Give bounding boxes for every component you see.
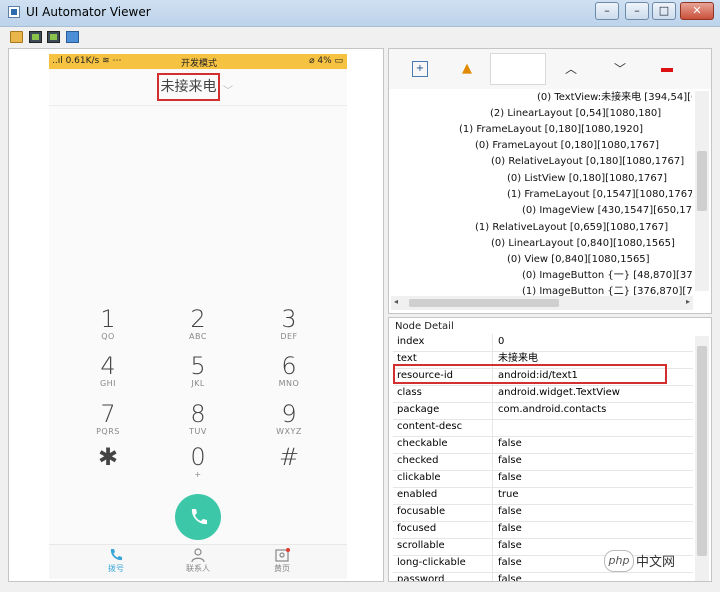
- search-input[interactable]: [490, 53, 546, 85]
- tree-node[interactable]: (1) ImageButton {二} [376,870][704,1(: [522, 284, 692, 296]
- toolbar: [0, 27, 720, 49]
- bottom-navigation: 拨号 联系人 黄页: [49, 544, 347, 579]
- nav-yellow-pages[interactable]: 黄页: [257, 547, 307, 574]
- table-row[interactable]: focusable false: [393, 504, 693, 522]
- app-window: UI Automator Viewer – – □ ✕ ..ıl 0.61K/s…: [0, 0, 720, 592]
- table-row[interactable]: enabled true: [393, 487, 693, 505]
- table-row[interactable]: index 0: [393, 334, 693, 352]
- scroll-right-icon[interactable]: ▸: [686, 297, 690, 306]
- hierarchy-tree[interactable]: (0) TextView:未接来电 [394,54][622 (2) Linea…: [390, 90, 692, 296]
- tree-vertical-scrollbar[interactable]: [695, 91, 709, 291]
- hierarchy-pane: + ▲ ︿ ﹀ (0) TextView:未接来电 [394,54][622 (…: [388, 48, 712, 314]
- tree-node[interactable]: (0) RelativeLayout [0,180][1080,1767]: [491, 154, 684, 170]
- contacts-icon: [191, 548, 205, 563]
- tree-node[interactable]: (0) TextView:未接来电 [394,54][622: [537, 90, 692, 106]
- scroll-thumb[interactable]: [697, 151, 707, 211]
- call-button[interactable]: [175, 494, 221, 540]
- status-battery: ⌀ 4% ▭: [309, 56, 343, 66]
- key-2[interactable]: 2 ABC: [168, 306, 228, 342]
- tree-node[interactable]: (1) FrameLayout [0,1547][1080,1767]: [507, 187, 692, 203]
- save-icon[interactable]: [66, 31, 79, 43]
- device-screenshot-icon[interactable]: [29, 31, 42, 43]
- open-folder-icon[interactable]: [10, 31, 23, 43]
- screenshot-pane[interactable]: ..ıl 0.61K/s ≋ ⋯ 开发模式 ⌀ 4% ▭ 未接来电 ﹀ 1 QO …: [8, 48, 384, 582]
- key-5[interactable]: 5 JKL: [168, 353, 228, 389]
- detail-vertical-scrollbar[interactable]: [695, 336, 709, 581]
- tree-horizontal-scrollbar[interactable]: ◂ ▸: [391, 296, 693, 310]
- phone-icon: [191, 509, 207, 525]
- watermark: php 中文网: [604, 548, 714, 574]
- nav-dialer[interactable]: 拨号: [91, 547, 141, 574]
- maximize-button[interactable]: □: [652, 2, 676, 20]
- nav-yellow-pages-label: 黄页: [274, 564, 290, 573]
- key-hash[interactable]: #: [259, 444, 319, 470]
- chevron-up-icon[interactable]: ︿: [563, 61, 579, 77]
- table-row[interactable]: checked false: [393, 453, 693, 471]
- tree-node[interactable]: (2) LinearLayout [0,54][1080,180]: [490, 106, 661, 122]
- key-0[interactable]: 0 +: [168, 444, 228, 480]
- key-star[interactable]: ✱: [78, 444, 138, 470]
- close-button[interactable]: ✕: [680, 2, 714, 20]
- phone-status-bar: ..ıl 0.61K/s ≋ ⋯ 开发模式 ⌀ 4% ▭: [49, 54, 347, 69]
- restore-button[interactable]: –: [625, 2, 649, 20]
- minimize-button[interactable]: –: [595, 2, 619, 20]
- status-mode: 开发模式: [181, 59, 218, 69]
- missed-calls-title[interactable]: 未接来电: [157, 73, 220, 101]
- text-row-highlight: [393, 364, 667, 384]
- chevron-down-icon[interactable]: ﹀: [612, 61, 628, 77]
- watermark-logo: php: [604, 550, 634, 572]
- status-network: ..ıl 0.61K/s ≋ ⋯: [52, 56, 122, 66]
- node-detail-pane: Node Detail index 0 text 未接来电 resource-id a…: [388, 317, 712, 582]
- table-row[interactable]: content-desc: [393, 419, 693, 437]
- scroll-thumb[interactable]: [409, 299, 559, 307]
- scroll-left-icon[interactable]: ◂: [394, 297, 398, 306]
- table-row[interactable]: package com.android.contacts: [393, 402, 693, 420]
- window-title: UI Automator Viewer: [26, 5, 151, 19]
- app-icon: [8, 6, 20, 18]
- tree-node[interactable]: (1) RelativeLayout [0,659][1080,1767]: [475, 220, 668, 236]
- table-row[interactable]: clickable false: [393, 470, 693, 488]
- title-bar: UI Automator Viewer – – □ ✕: [0, 0, 720, 27]
- expand-all-icon[interactable]: +: [412, 61, 428, 77]
- tree-node[interactable]: (0) ImageButton {一} [48,870][376,104: [522, 268, 692, 284]
- nav-contacts[interactable]: 联系人: [173, 547, 223, 574]
- key-9[interactable]: 9 WXYZ: [259, 401, 319, 437]
- key-3[interactable]: 3 DEF: [259, 306, 319, 342]
- key-6[interactable]: 6 MNO: [259, 353, 319, 389]
- node-detail-title: Node Detail: [395, 321, 454, 332]
- nav-contacts-label: 联系人: [186, 564, 210, 573]
- key-1[interactable]: 1 QO: [78, 306, 138, 342]
- table-row[interactable]: checkable false: [393, 436, 693, 454]
- scroll-thumb[interactable]: [697, 346, 707, 556]
- yellow-pages-icon: [275, 548, 290, 562]
- tree-node[interactable]: (0) FrameLayout [0,180][1080,1767]: [475, 138, 659, 154]
- clear-icon[interactable]: [661, 68, 673, 72]
- nav-dialer-label: 拨号: [108, 564, 124, 573]
- key-4[interactable]: 4 GHI: [78, 353, 138, 389]
- device-screenshot-compressed-icon[interactable]: [47, 31, 60, 43]
- tree-node[interactable]: (0) ListView [0,180][1080,1767]: [507, 171, 667, 187]
- tree-node[interactable]: (0) ImageView [430,1547][650,1767]: [522, 203, 692, 219]
- tree-node[interactable]: (0) View [0,840][1080,1565]: [507, 252, 650, 268]
- key-7[interactable]: 7 PQRS: [78, 401, 138, 437]
- phone-screen[interactable]: ..ıl 0.61K/s ≋ ⋯ 开发模式 ⌀ 4% ▭ 未接来电 ﹀ 1 QO …: [49, 54, 347, 579]
- tree-node[interactable]: (0) LinearLayout [0,840][1080,1565]: [491, 236, 675, 252]
- table-row[interactable]: class android.widget.TextView: [393, 385, 693, 403]
- dialer-icon: [110, 549, 122, 561]
- tree-node[interactable]: (1) FrameLayout [0,180][1080,1920]: [459, 122, 643, 138]
- watermark-text: 中文网: [636, 555, 676, 570]
- hierarchy-toolbar: + ▲ ︿ ﹀: [389, 49, 711, 89]
- warning-icon[interactable]: ▲: [459, 61, 475, 77]
- key-8[interactable]: 8 TUV: [168, 401, 228, 437]
- chevron-down-icon: ﹀: [223, 86, 233, 97]
- table-row[interactable]: focused false: [393, 521, 693, 539]
- call-log-header: 未接来电 ﹀: [49, 69, 347, 106]
